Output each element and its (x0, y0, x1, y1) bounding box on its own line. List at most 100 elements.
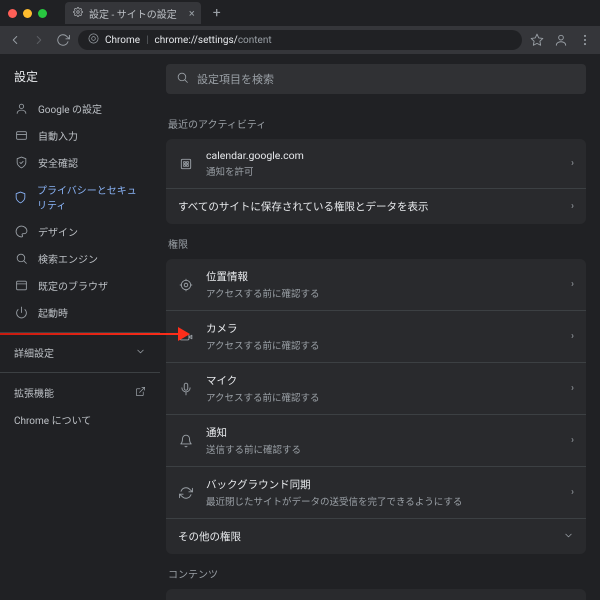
search-icon (14, 252, 28, 266)
sidebar-item-label: 自動入力 (38, 128, 78, 143)
sidebar-item-label: 起動時 (38, 305, 68, 320)
sidebar-item-google[interactable]: Google の設定 (0, 95, 160, 122)
perm-camera-row[interactable]: カメラアクセスする前に確認する › (166, 310, 586, 362)
perm-sub: アクセスする前に確認する (206, 338, 559, 352)
perm-sub: 送信する前に確認する (206, 442, 559, 456)
perm-sub: アクセスする前に確認する (206, 390, 559, 404)
sidebar-item-label: プライバシーとセキュリティ (37, 182, 146, 212)
sidebar-about-label: Chrome について (14, 412, 91, 427)
section-content-label: コンテンツ (168, 566, 586, 581)
address-bar[interactable]: Chrome | chrome://settings/content (78, 30, 522, 50)
mic-icon (178, 381, 194, 397)
location-icon (178, 277, 194, 293)
recent-site-sub: 通知を許可 (206, 164, 559, 178)
perm-title: マイク (206, 373, 559, 388)
all-sites-label: すべてのサイトに保存されている権限とデータを表示 (178, 199, 559, 214)
perm-title: カメラ (206, 321, 559, 336)
perm-sub: 最近閉じたサイトがデータの送受信を完了できるようにする (206, 494, 559, 508)
power-icon (14, 306, 28, 320)
check-shield-icon (14, 156, 28, 170)
site-icon (178, 156, 194, 172)
chevron-right-icon: › (571, 158, 574, 169)
sidebar-item-startup[interactable]: 起動時 (0, 299, 160, 326)
chevron-down-icon (135, 346, 146, 360)
profile-icon[interactable] (554, 33, 568, 47)
recent-site-title: calendar.google.com (206, 149, 559, 162)
sidebar-item-privacy[interactable]: プライバシーとセキュリティ (0, 176, 160, 218)
perm-mic-row[interactable]: マイクアクセスする前に確認する › (166, 362, 586, 414)
sidebar-item-autofill[interactable]: 自動入力 (0, 122, 160, 149)
tab-title: 設定 - サイトの設定 (89, 6, 177, 21)
sidebar-extensions-label: 拡張機能 (14, 385, 54, 400)
sidebar-item-default[interactable]: 既定のブラウザ (0, 272, 160, 299)
sidebar-advanced[interactable]: 詳細設定 (0, 339, 160, 366)
bell-icon (178, 433, 194, 449)
sidebar-title: 設定 (0, 64, 160, 95)
search-placeholder: 設定項目を検索 (197, 71, 274, 87)
autofill-icon (14, 129, 28, 143)
sidebar-item-label: デザイン (38, 224, 78, 239)
sidebar-extensions[interactable]: 拡張機能 (0, 379, 160, 406)
perm-title: 位置情報 (206, 269, 559, 284)
chevron-right-icon: › (571, 201, 574, 212)
window-controls (8, 9, 47, 18)
window-close-button[interactable] (8, 9, 17, 18)
browser-tab[interactable]: 設定 - サイトの設定 × (65, 2, 201, 24)
address-prefix: Chrome (105, 35, 140, 46)
browser-icon (14, 279, 28, 293)
perm-location-row[interactable]: 位置情報アクセスする前に確認する › (166, 259, 586, 310)
window-titlebar: 設定 - サイトの設定 × + (0, 0, 600, 26)
section-perm-label: 権限 (168, 236, 586, 251)
sidebar-item-label: 安全確認 (38, 155, 78, 170)
sidebar-about[interactable]: Chrome について (0, 406, 160, 433)
bookmark-icon[interactable] (530, 33, 544, 47)
sidebar-item-search[interactable]: 検索エンジン (0, 245, 160, 272)
content-cookies-row[interactable]: Cookie とサイトデータシークレット モードでサードパーティの Cookie… (166, 589, 586, 600)
address-path: content (238, 35, 272, 46)
perm-sub: アクセスする前に確認する (206, 286, 559, 300)
search-icon (176, 71, 189, 87)
chevron-right-icon: › (571, 279, 574, 290)
recent-card: calendar.google.com 通知を許可 › すべてのサイトに保存され… (166, 139, 586, 224)
external-link-icon (135, 386, 146, 400)
address-host: chrome://settings/ (155, 35, 238, 46)
perm-card: 位置情報アクセスする前に確認する › カメラアクセスする前に確認する › マイク… (166, 259, 586, 554)
content-card: Cookie とサイトデータシークレット モードでサードパーティの Cookie… (166, 589, 586, 600)
perm-bgsync-row[interactable]: バックグラウンド同期最近閉じたサイトがデータの送受信を完了できるようにする › (166, 466, 586, 518)
perm-title: バックグラウンド同期 (206, 477, 559, 492)
all-sites-row[interactable]: すべてのサイトに保存されている権限とデータを表示 › (166, 188, 586, 224)
palette-icon (14, 225, 28, 239)
sidebar-item-appearance[interactable]: デザイン (0, 218, 160, 245)
camera-icon (178, 329, 194, 345)
perm-title: 通知 (206, 425, 559, 440)
recent-site-row[interactable]: calendar.google.com 通知を許可 › (166, 139, 586, 188)
gear-icon (73, 7, 83, 20)
window-minimize-button[interactable] (23, 9, 32, 18)
sidebar-advanced-label: 詳細設定 (14, 345, 54, 360)
person-icon (14, 102, 28, 116)
sync-icon (178, 485, 194, 501)
sidebar-item-safety[interactable]: 安全確認 (0, 149, 160, 176)
settings-content: 設定項目を検索 最近のアクティビティ calendar.google.com 通… (160, 54, 600, 600)
perm-more-label: その他の権限 (178, 529, 551, 544)
forward-button[interactable] (32, 33, 46, 47)
shield-icon (14, 190, 27, 204)
menu-icon[interactable] (578, 33, 592, 47)
section-recent-label: 最近のアクティビティ (168, 116, 586, 131)
perm-more-row[interactable]: その他の権限 (166, 518, 586, 554)
back-button[interactable] (8, 33, 22, 47)
sidebar-item-label: 検索エンジン (38, 251, 98, 266)
chevron-right-icon: › (571, 435, 574, 446)
window-maximize-button[interactable] (38, 9, 47, 18)
reload-button[interactable] (56, 33, 70, 47)
tab-close-icon[interactable]: × (189, 7, 195, 20)
new-tab-button[interactable]: + (213, 5, 221, 21)
perm-notifications-row[interactable]: 通知送信する前に確認する › (166, 414, 586, 466)
search-input[interactable]: 設定項目を検索 (166, 64, 586, 94)
chevron-down-icon (563, 530, 574, 544)
settings-sidebar: 設定 Google の設定 自動入力 安全確認 プライバシーとセキュリティ デザ… (0, 54, 160, 600)
chrome-icon (88, 33, 99, 47)
toolbar: Chrome | chrome://settings/content (0, 26, 600, 54)
chevron-right-icon: › (571, 331, 574, 342)
sidebar-item-label: Google の設定 (38, 101, 102, 116)
